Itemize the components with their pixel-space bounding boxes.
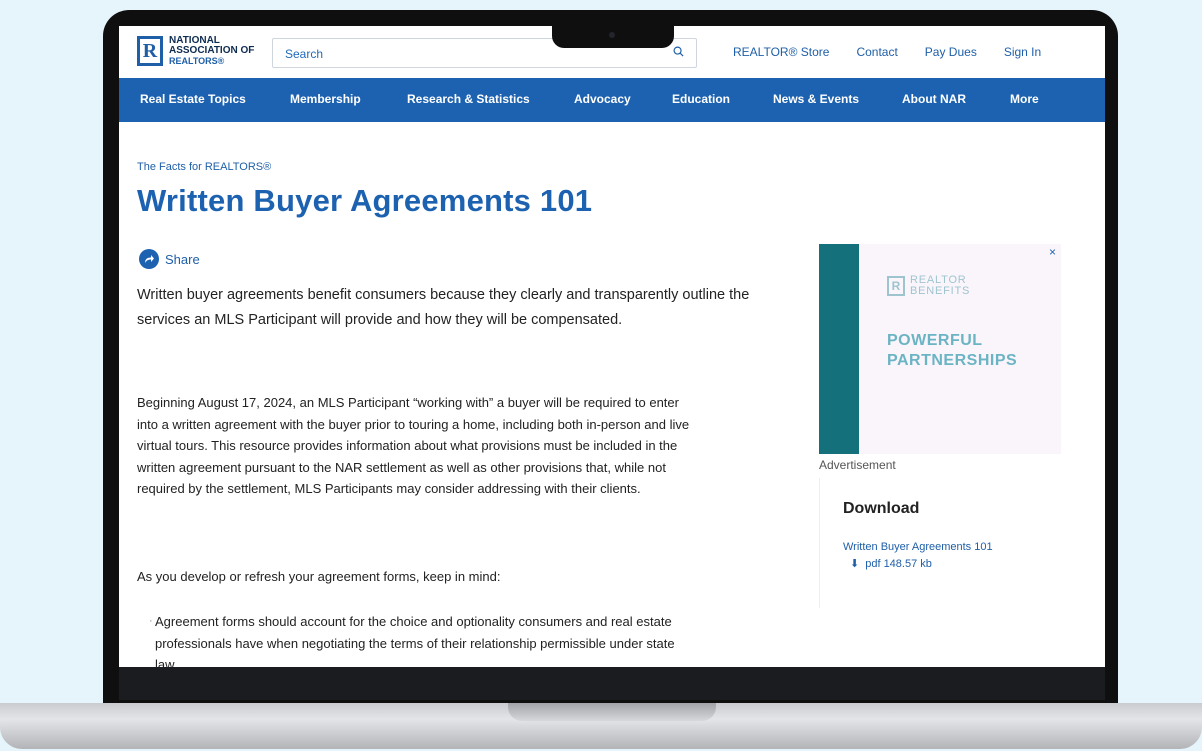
- close-icon[interactable]: ×: [1049, 245, 1056, 259]
- contact-link[interactable]: Contact: [856, 45, 897, 59]
- nav-advocacy[interactable]: Advocacy: [574, 92, 631, 106]
- nav-membership[interactable]: Membership: [290, 92, 361, 106]
- ad-headline-line-2: PARTNERSHIPS: [887, 352, 1018, 369]
- ad-logo-line-2: BENEFITS: [910, 285, 971, 297]
- list-item: · Agreement forms should account for the…: [149, 611, 690, 667]
- nav-education[interactable]: Education: [672, 92, 730, 106]
- ad-label: Advertisement: [819, 458, 896, 472]
- utility-links: REALTOR® Store Contact Pay Dues Sign In: [733, 45, 1068, 59]
- download-title: Download: [843, 500, 920, 517]
- bullet-icon: ·: [149, 615, 153, 627]
- main-nav: Real Estate Topics Membership Research &…: [119, 78, 1105, 122]
- laptop-bezel: [119, 667, 1105, 700]
- realtor-logo-icon: R: [137, 36, 163, 66]
- advertisement-banner[interactable]: R REALTOR BENEFITS POWERFUL PARTNERSHIPS: [819, 244, 1061, 454]
- download-link[interactable]: Written Buyer Agreements 101: [843, 541, 993, 553]
- article-kicker[interactable]: The Facts for REALTORS®: [137, 161, 271, 173]
- sign-in-link[interactable]: Sign In: [1004, 45, 1041, 59]
- nav-more[interactable]: More: [1010, 92, 1039, 106]
- nav-about-nar[interactable]: About NAR: [902, 92, 966, 106]
- ad-strip: [819, 244, 859, 454]
- download-arrow-icon: ⬇: [850, 558, 860, 570]
- ad-headline-line-1: POWERFUL: [887, 332, 983, 349]
- laptop-base-notch: [508, 703, 716, 721]
- logo-line-3: REALTORS®: [169, 56, 225, 66]
- logo-text: NATIONAL ASSOCIATION OF REALTORS®: [169, 36, 255, 67]
- logo-line-2: ASSOCIATION OF: [169, 45, 255, 56]
- store-link[interactable]: REALTOR® Store: [733, 45, 829, 59]
- ad-logo-text: REALTOR BENEFITS: [910, 275, 970, 297]
- nav-real-estate-topics[interactable]: Real Estate Topics: [140, 92, 246, 106]
- browser-screen: R NATIONAL ASSOCIATION OF REALTORS® REAL…: [119, 26, 1105, 667]
- article-paragraph-2: As you develop or refresh your agreement…: [137, 569, 501, 584]
- download-panel: Download Written Buyer Agreements 101 ⬇ …: [819, 478, 1070, 608]
- page-title: Written Buyer Agreements 101: [137, 183, 593, 218]
- ad-logo: R REALTOR BENEFITS: [887, 275, 970, 297]
- share-label: Share: [165, 251, 200, 267]
- file-size: pdf 148.57 kb: [865, 557, 932, 570]
- article-intro: Written buyer agreements benefit consume…: [137, 287, 750, 328]
- nar-logo[interactable]: R NATIONAL ASSOCIATION OF REALTORS®: [137, 36, 254, 66]
- pay-dues-link[interactable]: Pay Dues: [925, 45, 977, 59]
- nav-research-statistics[interactable]: Research & Statistics: [407, 92, 530, 106]
- search-icon[interactable]: [673, 46, 684, 57]
- ad-headline: POWERFUL PARTNERSHIPS: [887, 331, 1017, 371]
- camera-icon: [609, 32, 615, 38]
- download-meta[interactable]: ⬇ pdf 148.57 kb: [850, 557, 932, 571]
- share-icon: [139, 249, 159, 269]
- article-paragraph: Beginning August 17, 2024, an MLS Partic…: [137, 395, 690, 496]
- realtor-benefits-logo-icon: R: [887, 276, 905, 296]
- share-button[interactable]: Share: [139, 249, 200, 269]
- list-item-text: Agreement forms should account for the c…: [155, 614, 675, 667]
- camera-notch: [552, 26, 674, 48]
- nav-news-events[interactable]: News & Events: [773, 92, 859, 106]
